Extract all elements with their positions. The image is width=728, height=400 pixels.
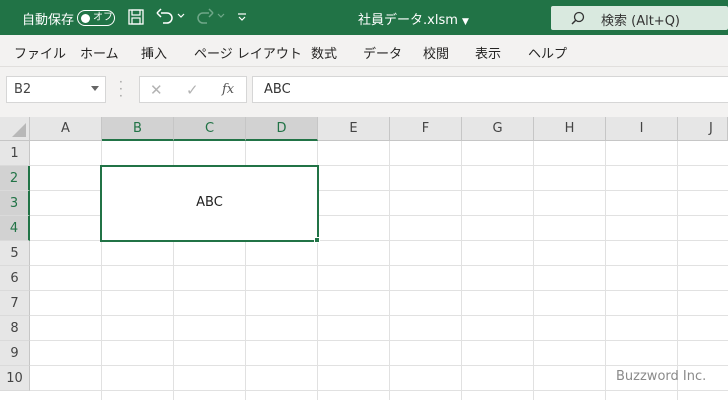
gridline xyxy=(461,141,462,400)
more-options-icon[interactable]: · · · xyxy=(119,76,123,102)
name-box[interactable]: B2 xyxy=(6,76,106,103)
search-box[interactable]: 検索 (Alt+Q) xyxy=(551,6,728,30)
tab-help[interactable]: ヘルプ xyxy=(528,43,567,62)
save-icon[interactable] xyxy=(127,8,145,26)
name-box-value: B2 xyxy=(14,82,32,97)
cell-value: ABC xyxy=(196,195,223,210)
ribbon-tabs: ファイル ホーム 挿入 ページ レイアウト 数式 データ 校閲 表示 ヘルプ xyxy=(0,35,728,67)
redo-dropdown-icon[interactable] xyxy=(217,13,225,19)
tab-review[interactable]: 校閲 xyxy=(423,43,449,62)
search-icon xyxy=(571,11,585,25)
merged-cell-b2-d4[interactable]: ABC xyxy=(100,165,319,242)
worksheet-grid: A B C D E F G H I J 1 2 3 4 5 6 7 8 9 10 xyxy=(0,117,728,400)
row-header[interactable]: 9 xyxy=(0,341,30,366)
gridline xyxy=(677,141,678,400)
autosave-label: 自動保存 xyxy=(22,13,75,28)
enter-check-icon[interactable]: ✓ xyxy=(186,81,199,99)
undo-dropdown-icon[interactable] xyxy=(177,13,185,19)
row-header[interactable]: 2 xyxy=(0,166,30,191)
gridline xyxy=(389,141,390,400)
toggle-knob xyxy=(81,13,90,23)
gridline xyxy=(30,340,728,341)
formula-value: ABC xyxy=(264,82,291,97)
autosave-state: オフ xyxy=(93,12,113,23)
tab-view[interactable]: 表示 xyxy=(475,43,501,62)
name-box-dropdown-icon[interactable] xyxy=(91,86,99,91)
row-header[interactable]: 1 xyxy=(0,141,30,166)
gridline xyxy=(30,390,728,391)
select-all-triangle-icon xyxy=(12,123,26,137)
tab-home[interactable]: ホーム xyxy=(80,43,119,62)
row-header[interactable]: 6 xyxy=(0,266,30,291)
gridline xyxy=(30,365,728,366)
customize-quick-access-icon[interactable] xyxy=(237,12,247,22)
column-header[interactable]: A xyxy=(30,117,102,141)
column-header[interactable]: G xyxy=(462,117,534,141)
row-header[interactable]: 10 xyxy=(0,366,30,391)
row-header[interactable]: 5 xyxy=(0,241,30,266)
search-label: 検索 (Alt+Q) xyxy=(601,14,681,29)
row-header[interactable]: 7 xyxy=(0,291,30,316)
column-header[interactable]: F xyxy=(390,117,462,141)
column-header[interactable]: E xyxy=(318,117,390,141)
gridline xyxy=(30,315,728,316)
cancel-icon[interactable]: ✕ xyxy=(150,81,163,99)
undo-icon[interactable] xyxy=(155,8,175,26)
title-bar: 自動保存 オフ 社員データ.xlsm ▼ 検索 (Alt+Q) xyxy=(0,0,728,35)
column-header[interactable]: J xyxy=(678,117,728,141)
watermark: Buzzword Inc. xyxy=(616,369,707,384)
formula-bar-area: B2 · · · ✕ ✓ fx ABC xyxy=(0,67,728,117)
file-name-chevron-icon: ▼ xyxy=(462,17,469,27)
column-header[interactable]: I xyxy=(606,117,678,141)
gridline xyxy=(533,141,534,400)
row-header[interactable]: 8 xyxy=(0,316,30,341)
column-header[interactable]: D xyxy=(246,117,318,141)
tab-formulas[interactable]: 数式 xyxy=(311,43,337,62)
row-header[interactable]: 4 xyxy=(0,216,30,241)
gridline xyxy=(605,141,606,400)
redo-icon[interactable] xyxy=(195,8,215,26)
insert-function-icon[interactable]: fx xyxy=(222,82,234,97)
formula-buttons: ✕ ✓ fx xyxy=(139,76,247,103)
file-name-text: 社員データ.xlsm xyxy=(358,13,458,28)
gridline xyxy=(30,265,728,266)
column-header[interactable]: B xyxy=(102,117,174,141)
tab-data[interactable]: データ xyxy=(363,43,402,62)
column-header[interactable]: H xyxy=(534,117,606,141)
tab-page-layout[interactable]: ページ レイアウト xyxy=(194,43,302,62)
column-header[interactable]: C xyxy=(174,117,246,141)
tab-file[interactable]: ファイル xyxy=(14,43,66,62)
file-name[interactable]: 社員データ.xlsm ▼ xyxy=(358,9,469,28)
autosave-toggle[interactable]: オフ xyxy=(77,10,115,26)
tab-insert[interactable]: 挿入 xyxy=(141,43,167,62)
row-header[interactable]: 3 xyxy=(0,191,30,216)
gridline xyxy=(30,290,728,291)
fill-handle[interactable] xyxy=(314,237,320,243)
formula-input[interactable]: ABC xyxy=(252,76,728,103)
select-all-button[interactable] xyxy=(0,117,30,141)
